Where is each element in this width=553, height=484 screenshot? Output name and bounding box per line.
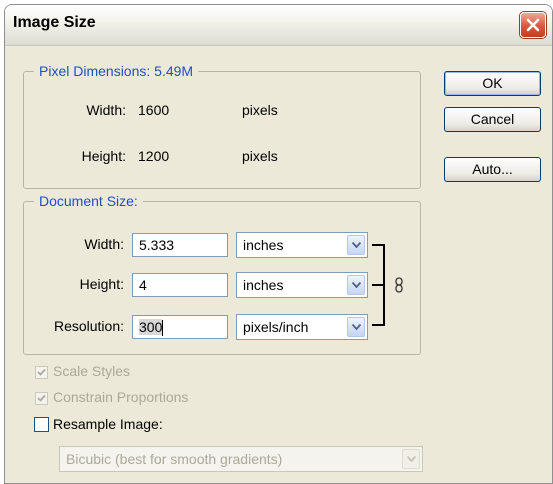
check-icon bbox=[37, 394, 46, 402]
resample-method-value: Bicubic (best for smooth gradients) bbox=[66, 451, 283, 467]
doc-height-unit-select[interactable]: inches bbox=[236, 272, 368, 298]
constrain-proportions-label: Constrain Proportions bbox=[53, 389, 189, 405]
image-size-dialog: Image Size Pixel Dimensions: 5.49M Width… bbox=[4, 4, 553, 484]
resolution-unit-select[interactable]: pixels/inch bbox=[236, 314, 368, 340]
chevron-down-icon bbox=[352, 242, 361, 248]
document-size-group: Document Size: Width: 5.333 inches Heigh… bbox=[23, 193, 421, 355]
pixel-width-label: Width: bbox=[86, 102, 126, 118]
dropdown-button[interactable] bbox=[347, 235, 365, 255]
close-icon bbox=[526, 18, 540, 32]
dropdown-button[interactable] bbox=[402, 449, 420, 469]
cancel-button[interactable]: Cancel bbox=[444, 107, 541, 132]
document-size-legend: Document Size: bbox=[34, 193, 143, 209]
resolution-input[interactable]: 300 bbox=[132, 315, 228, 339]
doc-height-label: Height: bbox=[79, 276, 124, 292]
dropdown-button[interactable] bbox=[347, 317, 365, 337]
scale-styles-checkbox[interactable] bbox=[35, 366, 48, 379]
doc-width-label: Width: bbox=[84, 236, 124, 252]
doc-height-unit-value: inches bbox=[243, 277, 284, 293]
close-button[interactable] bbox=[520, 12, 546, 38]
ok-button[interactable]: OK bbox=[444, 71, 541, 96]
pixel-height-label: Height: bbox=[81, 148, 126, 164]
pixel-width-value: 1600 bbox=[138, 102, 170, 118]
doc-width-unit-value: inches bbox=[243, 237, 284, 253]
doc-height-input[interactable]: 4 bbox=[132, 273, 228, 297]
text-cursor bbox=[162, 320, 164, 337]
scale-styles-label: Scale Styles bbox=[53, 363, 131, 379]
doc-width-unit-select[interactable]: inches bbox=[236, 232, 368, 258]
resample-image-label: Resample Image: bbox=[53, 416, 163, 432]
pixel-height-unit: pixels bbox=[242, 148, 278, 164]
resolution-label: Resolution: bbox=[53, 318, 124, 334]
auto-button[interactable]: Auto... bbox=[444, 157, 541, 182]
check-icon bbox=[37, 368, 46, 376]
chevron-down-icon bbox=[407, 456, 416, 462]
chevron-down-icon bbox=[352, 282, 361, 288]
chain-link-icon bbox=[395, 277, 403, 293]
resample-image-checkbox[interactable] bbox=[34, 417, 49, 432]
resolution-value: 300 bbox=[139, 319, 163, 335]
pixel-dimensions-group: Pixel Dimensions: 5.49M Width: 1600 pixe… bbox=[23, 63, 421, 189]
dropdown-button[interactable] bbox=[347, 275, 365, 295]
pixel-height-value: 1200 bbox=[138, 148, 170, 164]
pixel-width-unit: pixels bbox=[242, 102, 278, 118]
constrain-proportions-checkbox[interactable] bbox=[35, 392, 48, 405]
doc-width-input[interactable]: 5.333 bbox=[132, 233, 228, 257]
resample-method-select[interactable]: Bicubic (best for smooth gradients) bbox=[59, 446, 423, 472]
title-bar[interactable]: Image Size bbox=[5, 5, 552, 46]
pixel-dimensions-legend: Pixel Dimensions: 5.49M bbox=[34, 63, 199, 79]
dialog-title: Image Size bbox=[13, 14, 96, 31]
resolution-unit-value: pixels/inch bbox=[243, 319, 309, 335]
chevron-down-icon bbox=[352, 324, 361, 330]
